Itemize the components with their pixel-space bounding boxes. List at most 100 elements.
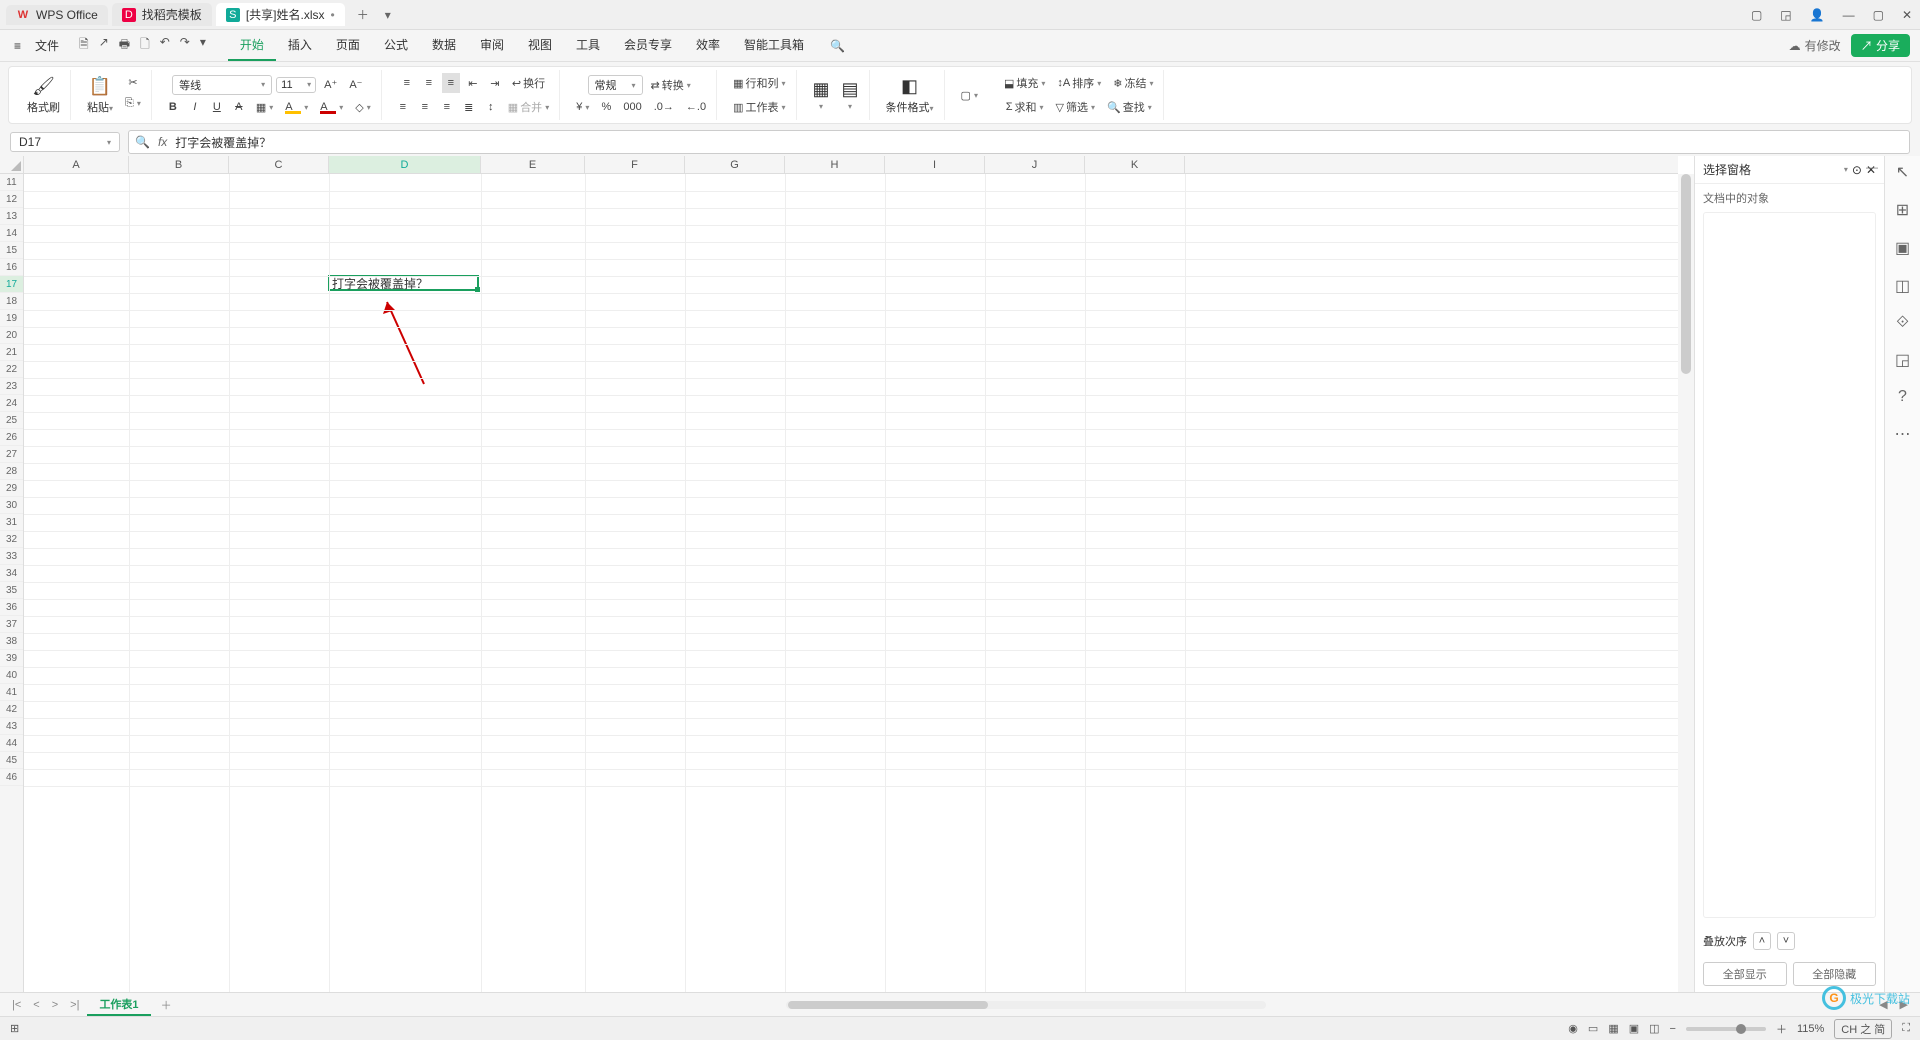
fx-icon[interactable]: fx [158,135,167,149]
column-headers[interactable]: ABCDEFGHIJK [24,156,1678,174]
undo-icon[interactable]: ↶ [160,35,170,56]
row-header-34[interactable]: 34 [0,565,23,582]
name-box[interactable]: D17▾ [10,132,120,152]
hamburger-icon[interactable]: ≡ [10,37,25,55]
select-all-corner[interactable] [0,156,24,174]
col-header-F[interactable]: F [585,156,685,173]
table-style-button[interactable]: ▤▾ [838,77,863,113]
close-button[interactable]: ✕ [1900,6,1914,24]
formula-bar[interactable]: 🔍 fx 打字会被覆盖掉？ [128,130,1910,154]
status-mode-icon[interactable]: ⊞ [10,1022,19,1035]
row-headers[interactable]: 1112131415161718192021222324252627282930… [0,174,24,992]
row-header-35[interactable]: 35 [0,582,23,599]
add-sheet-button[interactable]: ＋ [155,997,178,1013]
sum-button[interactable]: Σ 求和 [1002,97,1048,117]
row-col-button[interactable]: ▦ 行和列 [729,73,789,93]
italic-button[interactable]: I [186,99,204,115]
number-format-select[interactable]: 常规▾ [588,75,643,95]
fullscreen-icon[interactable]: ⛶ [1902,1022,1910,1035]
send-backward-button[interactable]: ˅ [1777,932,1795,950]
eye-icon[interactable]: ◉ [1568,1022,1578,1035]
share-button[interactable]: ↗ 分享 [1851,34,1910,57]
tab-workbook[interactable]: S [共享]姓名.xlsx • [216,3,345,26]
strike-button[interactable]: A [230,99,248,115]
row-header-14[interactable]: 14 [0,225,23,242]
hide-all-button[interactable]: 全部隐藏 [1793,962,1877,986]
menu-formula[interactable]: 公式 [372,30,420,61]
menu-efficiency[interactable]: 效率 [684,30,732,61]
freeze-button[interactable]: ❄ 冻结 [1109,73,1157,93]
row-header-22[interactable]: 22 [0,361,23,378]
filter-button[interactable]: ▽ 筛选 [1052,97,1099,117]
menu-tools[interactable]: 工具 [564,30,612,61]
col-header-D[interactable]: D [329,156,481,173]
font-color-button[interactable]: A [316,99,347,116]
menu-smart[interactable]: 智能工具箱 [732,30,816,61]
menu-insert[interactable]: 插入 [276,30,324,61]
row-header-15[interactable]: 15 [0,242,23,259]
tab-templates[interactable]: D 找稻壳模板 [112,3,212,26]
zoom-handle[interactable] [1736,1024,1746,1034]
row-header-37[interactable]: 37 [0,616,23,633]
col-header-I[interactable]: I [885,156,985,173]
settings-panel-icon[interactable]: ⊞ [1896,200,1909,220]
col-header-J[interactable]: J [985,156,1085,173]
qat-dropdown-icon[interactable]: ▾ [200,35,206,56]
format-painter-button[interactable]: 🖌格式刷 [23,74,64,117]
row-header-25[interactable]: 25 [0,412,23,429]
row-header-26[interactable]: 26 [0,429,23,446]
row-header-42[interactable]: 42 [0,701,23,718]
dec-decimal-button[interactable]: ←.0 [682,99,710,115]
col-header-A[interactable]: A [24,156,129,173]
sheet-nav-prev[interactable]: < [29,999,43,1011]
row-header-19[interactable]: 19 [0,310,23,327]
row-header-40[interactable]: 40 [0,667,23,684]
cell-style-button[interactable]: ▢ [957,87,982,104]
redo-icon[interactable]: ↷ [180,35,190,56]
row-header-11[interactable]: 11 [0,174,23,191]
menu-data[interactable]: 数据 [420,30,468,61]
h-scroll-thumb[interactable] [788,1001,988,1009]
percent-button[interactable]: % [597,99,615,115]
zoom-out-button[interactable]: − [1670,1023,1676,1035]
shrink-font-button[interactable]: A⁻ [345,76,366,93]
chat-icon[interactable]: ▭ [1588,1022,1598,1035]
menu-home[interactable]: 开始 [228,30,276,61]
export-icon[interactable]: ↗ [99,35,109,56]
font-size-select[interactable]: 11▾ [276,77,316,93]
fx-search-icon[interactable]: 🔍 [135,135,150,149]
select-tool-icon[interactable]: ↖ [1896,162,1909,182]
vertical-scrollbar[interactable] [1678,174,1694,992]
sheet-nav-next[interactable]: > [48,999,62,1011]
scrollbar-thumb[interactable] [1681,174,1691,374]
sheet-tab-1[interactable]: 工作表1 [87,994,150,1016]
gallery-icon[interactable]: ◫ [1895,276,1910,296]
menu-member[interactable]: 会员专享 [612,30,684,61]
row-header-44[interactable]: 44 [0,735,23,752]
sheet-nav-last[interactable]: >| [66,999,83,1011]
align-middle-button[interactable]: ≡ [420,73,438,93]
bring-forward-button[interactable]: ˄ [1753,932,1771,950]
collapse-panel-icon[interactable]: — [1866,160,1878,174]
row-header-17[interactable]: 17 [0,276,23,293]
col-header-C[interactable]: C [229,156,329,173]
row-header-28[interactable]: 28 [0,463,23,480]
row-header-31[interactable]: 31 [0,514,23,531]
wrap-text-button[interactable]: ↩ 换行 [508,73,549,93]
row-header-32[interactable]: 32 [0,531,23,548]
zoom-level[interactable]: 115% [1797,1023,1824,1035]
help-icon[interactable]: ? [1898,388,1907,406]
zoom-slider[interactable] [1686,1027,1766,1031]
new-tab-button[interactable]: ＋ [349,6,377,23]
align-center-button[interactable]: ≡ [416,97,434,117]
ruler-icon[interactable]: ⟐ [1896,314,1909,332]
font-select[interactable]: 等线▾ [172,75,272,95]
show-all-button[interactable]: 全部显示 [1703,962,1787,986]
row-header-12[interactable]: 12 [0,191,23,208]
inc-decimal-button[interactable]: .0→ [650,99,678,115]
cube-icon[interactable]: ◲ [1778,6,1793,24]
highlight-button[interactable]: A [281,99,312,116]
cut-button[interactable]: ✂ [121,74,145,91]
row-header-33[interactable]: 33 [0,548,23,565]
col-header-B[interactable]: B [129,156,229,173]
